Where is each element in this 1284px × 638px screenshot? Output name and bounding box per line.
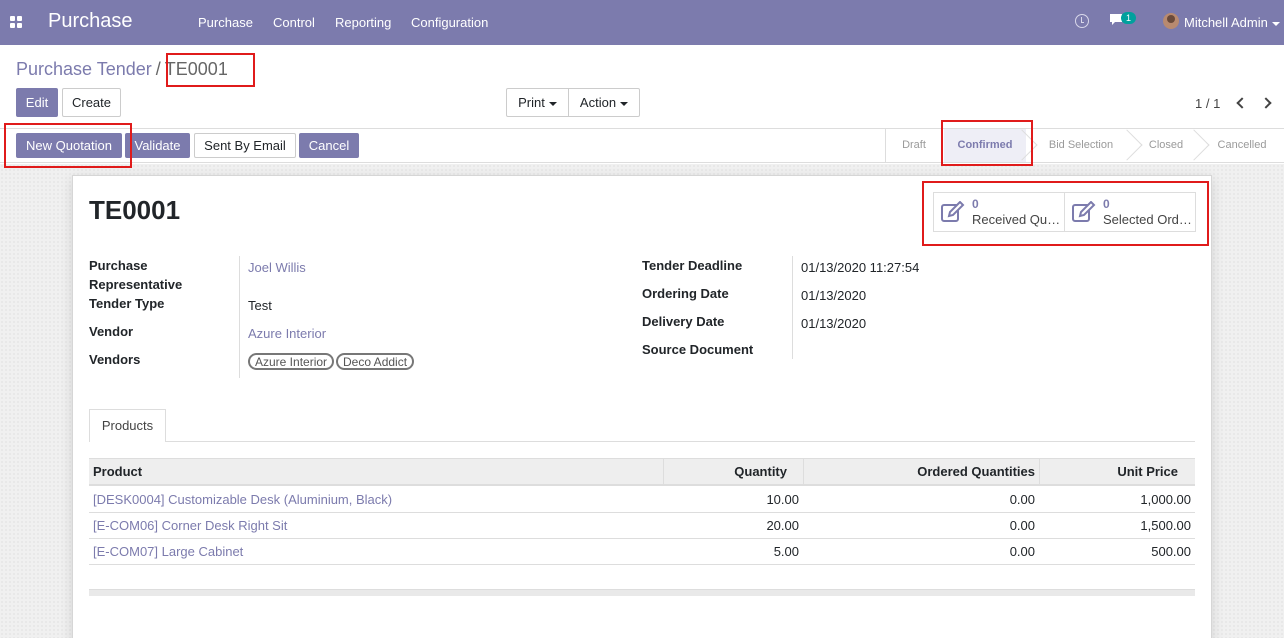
- new-quotation-button[interactable]: New Quotation: [16, 133, 122, 158]
- user-menu[interactable]: Mitchell Admin: [1184, 15, 1280, 30]
- apps-menu-icon[interactable]: [10, 16, 22, 28]
- selected-order-lines-count: 0: [1103, 197, 1110, 211]
- user-name: Mitchell Admin: [1184, 15, 1268, 30]
- table-row[interactable]: [DESK0004] Customizable Desk (Aluminium,…: [89, 487, 1195, 513]
- vendor-link[interactable]: Azure Interior: [248, 326, 326, 341]
- tender-deadline-value: 01/13/2020 11:27:54: [801, 260, 920, 275]
- table-header: Product Quantity Ordered Quantities Unit…: [89, 458, 1195, 486]
- tender-type-value: Test: [248, 298, 272, 313]
- field-divider: [239, 256, 240, 378]
- stage-draft[interactable]: Draft: [886, 129, 942, 162]
- sent-by-email-button[interactable]: Sent By Email: [194, 133, 296, 158]
- tender-deadline-label: Tender Deadline: [642, 258, 743, 273]
- table-footer: [89, 589, 1195, 596]
- table-row[interactable]: [E-COM07] Large Cabinet 5.00 0.00 500.00: [89, 539, 1195, 565]
- product-unit-price: 1,000.00: [1140, 492, 1191, 507]
- breadcrumb-current: TE0001: [164, 59, 228, 79]
- vendor-tag[interactable]: Azure Interior: [248, 353, 335, 370]
- form-sheet: [72, 175, 1212, 638]
- column-product[interactable]: Product: [93, 459, 142, 485]
- action-dropdown[interactable]: Action: [568, 88, 640, 117]
- edit-button[interactable]: Edit: [16, 88, 58, 117]
- record-title: TE0001: [89, 195, 181, 225]
- messages-count-badge: 1: [1121, 12, 1137, 24]
- breadcrumb: Purchase Tender / TE0001: [16, 59, 228, 80]
- activity-clock-icon[interactable]: [1075, 14, 1089, 28]
- edit-icon: [941, 201, 965, 222]
- app-brand[interactable]: Purchase: [48, 10, 133, 33]
- print-label: Print: [518, 95, 545, 110]
- product-unit-price: 500.00: [1151, 544, 1191, 559]
- caret-down-icon: [1271, 21, 1280, 26]
- column-unit-price[interactable]: Unit Price: [1039, 459, 1178, 485]
- status-bar: New Quotation Validate Sent By Email Can…: [0, 128, 1284, 163]
- breadcrumb-separator: /: [155, 59, 161, 79]
- purchase-representative-label: Purchase Representative: [89, 258, 183, 292]
- menu-purchase[interactable]: Purchase: [198, 15, 253, 30]
- top-navbar: Purchase Purchase Control Reporting Conf…: [0, 0, 1284, 45]
- chevron-left-icon[interactable]: [1236, 97, 1248, 109]
- received-quotations-count: 0: [972, 197, 979, 211]
- print-dropdown[interactable]: Print: [506, 88, 569, 117]
- vendors-label: Vendors: [89, 352, 141, 367]
- create-button[interactable]: Create: [62, 88, 121, 117]
- product-ordered-quantity: 0.00: [1009, 492, 1035, 507]
- edit-icon: [1072, 201, 1096, 222]
- product-name[interactable]: [DESK0004] Customizable Desk (Aluminium,…: [93, 487, 392, 513]
- product-ordered-quantity: 0.00: [1009, 518, 1035, 533]
- product-quantity: 5.00: [773, 544, 799, 559]
- menu-control[interactable]: Control: [273, 15, 315, 30]
- chevron-right-icon[interactable]: [1260, 97, 1272, 109]
- menu-configuration[interactable]: Configuration: [411, 15, 488, 30]
- cancel-button[interactable]: Cancel: [299, 133, 359, 158]
- validate-button[interactable]: Validate: [125, 133, 190, 158]
- product-quantity: 10.00: [766, 492, 799, 507]
- column-ordered-quantities[interactable]: Ordered Quantities: [803, 459, 1035, 485]
- received-quotations-button[interactable]: 0 Received Quotations: [933, 192, 1065, 232]
- purchase-representative-link[interactable]: Joel Willis: [248, 260, 306, 275]
- menu-reporting[interactable]: Reporting: [335, 15, 391, 30]
- breadcrumb-parent[interactable]: Purchase Tender: [16, 59, 152, 79]
- received-quotations-label: Received Quotations: [972, 212, 1064, 227]
- action-label: Action: [579, 95, 617, 110]
- tab-bar: [89, 441, 1195, 442]
- table-row[interactable]: [E-COM06] Corner Desk Right Sit 20.00 0.…: [89, 513, 1195, 539]
- column-quantity[interactable]: Quantity: [663, 459, 787, 485]
- vendor-tag[interactable]: Deco Addict: [336, 353, 415, 370]
- source-document-label: Source Document: [642, 342, 754, 357]
- delivery-date-value: 01/13/2020: [801, 316, 867, 331]
- delivery-date-label: Delivery Date: [642, 314, 725, 329]
- field-divider: [792, 256, 793, 359]
- ordering-date-value: 01/13/2020: [801, 288, 867, 303]
- selected-order-lines-button[interactable]: 0 Selected Order Lines: [1064, 192, 1196, 232]
- user-avatar[interactable]: [1163, 13, 1179, 29]
- stage-cancelled[interactable]: Cancelled: [1206, 129, 1278, 162]
- tab-products[interactable]: Products: [89, 409, 166, 442]
- pager-value[interactable]: 1 / 1: [1195, 96, 1220, 111]
- product-unit-price: 1,500.00: [1140, 518, 1191, 533]
- product-quantity: 20.00: [766, 518, 799, 533]
- product-name[interactable]: [E-COM07] Large Cabinet: [93, 539, 243, 565]
- caret-down-icon: [620, 101, 629, 106]
- tender-type-label: Tender Type: [89, 296, 165, 311]
- vendor-label: Vendor: [89, 324, 134, 339]
- selected-order-lines-label: Selected Order Lines: [1103, 212, 1195, 227]
- product-ordered-quantity: 0.00: [1009, 544, 1035, 559]
- product-name[interactable]: [E-COM06] Corner Desk Right Sit: [93, 513, 287, 539]
- ordering-date-label: Ordering Date: [642, 286, 729, 301]
- caret-down-icon: [548, 101, 557, 106]
